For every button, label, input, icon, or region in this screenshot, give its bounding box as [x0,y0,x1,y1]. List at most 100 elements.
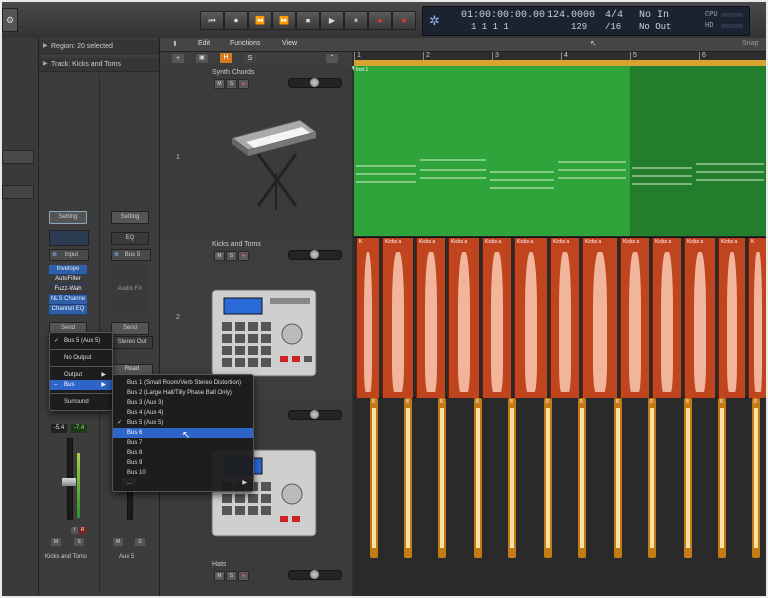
fast-forward-button[interactable]: ⏩ [272,11,296,30]
edit-menu[interactable]: Edit [198,40,210,47]
setting-button[interactable]: Setting [49,211,87,224]
eq-button-aux[interactable]: EQ [111,232,149,245]
audio-region-kicks[interactable]: Kicks a [382,238,413,398]
audio-region-hats[interactable]: 8 [614,398,622,558]
audio-fx-slot[interactable]: Audio FX [111,264,149,314]
audio-region-kicks[interactable]: K [356,238,379,398]
record-enable-button[interactable]: R [79,527,86,534]
volume-slider[interactable] [288,250,342,260]
library-row[interactable] [2,185,34,199]
audio-region-kicks[interactable]: Kicks a [718,238,745,398]
pointer-tool-icon[interactable]: ↖ [590,39,597,48]
slider-knob[interactable] [310,570,319,579]
audio-region-kicks[interactable]: Kicks a [652,238,681,398]
eq-thumbnail[interactable] [49,230,89,246]
library-field[interactable] [2,150,34,164]
audio-region-kicks[interactable]: Kicks a [582,238,617,398]
solo-button[interactable]: S [226,79,237,89]
audio-region-hats[interactable]: 8 [544,398,552,558]
audio-region-hats[interactable]: 8 [718,398,726,558]
snap-label[interactable]: Snap [742,40,758,47]
audio-region-kicks[interactable]: Kicks a [448,238,479,398]
audio-region-kicks[interactable]: Kicks a [550,238,579,398]
track-inspector-header[interactable]: Track: Kicks and Toms [39,58,159,72]
bus-item-3[interactable]: Bus 3 (Aux 3) [113,398,253,408]
audio-region-hats[interactable]: 8 [370,398,378,558]
play-button[interactable]: ▶ [320,11,344,30]
slider-knob[interactable] [310,410,319,419]
record-button[interactable]: ● [368,11,392,30]
go-to-start-button[interactable]: ⏮ [200,11,224,30]
record-button[interactable]: ● [238,571,249,581]
replace-record-button[interactable]: ⏺ [392,11,416,30]
folder-icon[interactable]: ▣ [196,54,208,63]
track-row-synth[interactable]: Synth Chords M S ● 1 [160,66,352,239]
volume-slider[interactable] [288,78,342,88]
track-row-hats[interactable]: Hats M S ● [160,558,352,596]
audio-region-hats[interactable]: 8 [684,398,692,558]
menu-item-bus5[interactable]: ✓ Bus 5 (Aux 5) [50,336,112,346]
arrange-area[interactable]: Inst 1 K Kicks a Kicks a Kicks a Kicks a Kick… [354,66,766,596]
collapse-icon[interactable]: ⌃ [326,54,338,63]
volume-readout[interactable]: -5.4 [51,424,67,433]
record-button[interactable]: ● [238,79,249,89]
audio-region-hats[interactable]: 8 [438,398,446,558]
output-slot[interactable]: Stereo Out [111,336,153,349]
mute-button[interactable]: M [214,251,225,261]
bus-item-more[interactable]: ... ▶ [113,478,253,488]
slider-knob[interactable] [310,78,319,87]
menu-item-output[interactable]: Output ▶ [50,370,112,380]
region-inspector-header[interactable]: Region: 20 selected [39,40,159,54]
aux-input-slot[interactable]: ⊗ Bus 5 [111,249,151,261]
volume-fader[interactable] [62,478,76,486]
audio-region-kicks[interactable]: K [748,238,766,398]
bus-item-9[interactable]: Bus 9 [113,458,253,468]
audio-region-kicks[interactable]: Kicks a [684,238,715,398]
bus-item-2[interactable]: Bus 2 (Large Hall/Tilly Phase Ball Only) [113,388,253,398]
disclosure-triangle-icon[interactable]: ▶ [43,42,48,49]
audio-region-kicks[interactable]: Kicks a [482,238,511,398]
track-name[interactable]: Hats [212,561,226,568]
audio-region-kicks[interactable]: Kicks a [416,238,445,398]
record-button[interactable]: ● [238,251,249,261]
solo-button[interactable]: S [74,538,84,546]
plugin-slot-2[interactable]: AutoFilter [49,275,87,285]
stop-button[interactable]: ⏹ [296,11,320,30]
solo-track-button[interactable]: S [244,54,256,63]
bus-item-4[interactable]: Bus 4 (Aux 4) [113,408,253,418]
audio-region-hats[interactable]: 8 [578,398,586,558]
plugin-slot-3[interactable]: Fuzz-Wah [49,285,87,295]
pan-readout[interactable]: -7.4 [71,424,87,433]
plugin-slot-4[interactable]: NLS Channe [49,295,87,305]
disclosure-triangle-icon[interactable]: ▶ [43,60,48,67]
menu-item-surround[interactable]: Surround [50,397,112,407]
input-slot[interactable]: ⊗ Input [49,249,89,261]
menu-item-no-output[interactable]: No Output [50,353,112,363]
audio-region-hats[interactable]: 8 [474,398,482,558]
settings-icon[interactable]: ⚙ [2,8,18,32]
aux-mute-button[interactable]: M [113,538,123,546]
plugin-slot-1[interactable]: Invelope [49,265,87,275]
cycle-button[interactable]: ⏺ [224,11,248,30]
mute-button[interactable]: M [214,79,225,89]
bus-item-10[interactable]: Bus 10 [113,468,253,478]
send-button-aux[interactable]: Send [111,322,149,335]
setting-button-aux[interactable]: Setting [111,211,149,224]
track-name[interactable]: Synth Chords [212,69,254,76]
pause-button[interactable]: ⏸ [344,11,368,30]
volume-slider[interactable] [288,410,342,420]
menu-item-bus[interactable]: – Bus ▶ [50,380,112,390]
audio-region-kicks[interactable]: Kicks a [514,238,547,398]
input-monitor-button[interactable]: I [71,527,78,534]
mute-button[interactable]: M [51,538,61,546]
view-menu[interactable]: View [282,40,297,47]
rewind-button[interactable]: ⏪ [248,11,272,30]
bus-item-8[interactable]: Bus 8 [113,448,253,458]
audio-region-kicks[interactable]: Kicks a [620,238,649,398]
functions-menu[interactable]: Functions [230,40,260,47]
bus-item-1[interactable]: Bus 1 (Small Room/Verb Stereo Distortion… [113,378,253,388]
lcd-gear-icon[interactable]: ✲ [429,13,440,29]
aux-solo-button[interactable]: S [135,538,145,546]
plugin-slot-5[interactable]: Channel EQ [49,305,87,315]
up-arrow-icon[interactable]: ⬆ [172,40,178,48]
